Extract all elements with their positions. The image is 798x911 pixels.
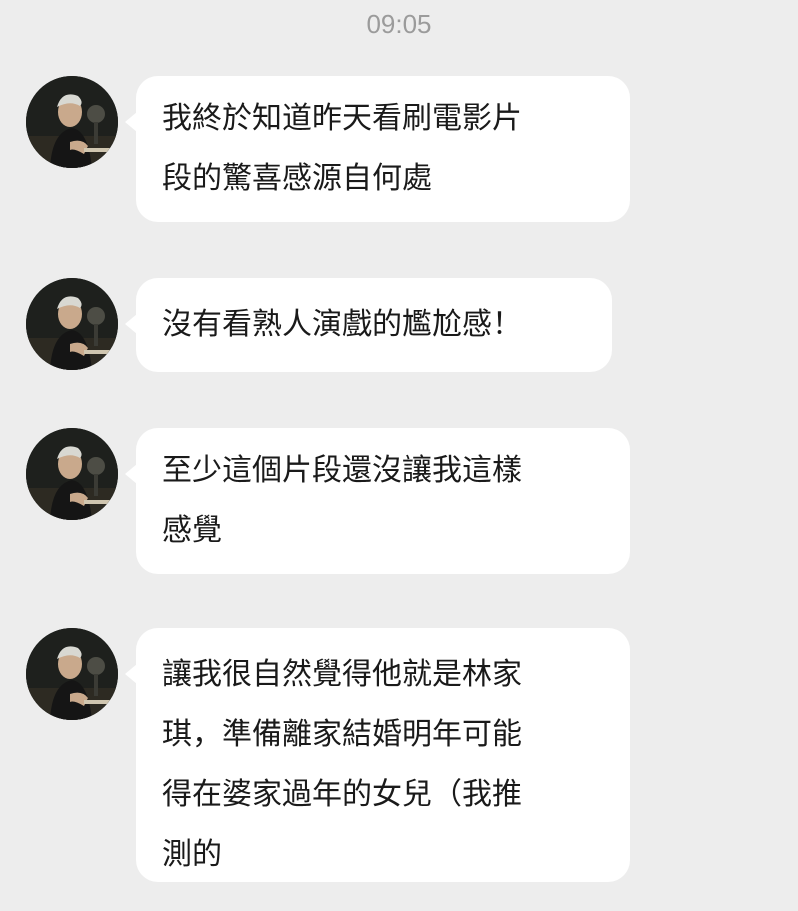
contact-avatar-icon	[26, 278, 118, 370]
message-bubble[interactable]: 我終於知道昨天看刷電影片 段的驚喜感源自何處	[125, 76, 630, 222]
contact-avatar-icon	[26, 628, 118, 720]
message-text: 至少這個片段還沒讓我這樣 感覺	[162, 453, 522, 548]
avatar[interactable]	[26, 428, 118, 520]
avatar[interactable]	[26, 76, 118, 168]
message-bubble[interactable]: 讓我很自然覺得他就是林家 琪，準備離家結婚明年可能 得在婆家過年的女兒（我推 測…	[125, 628, 630, 882]
message-bubble[interactable]: 沒有看熟人演戲的尷尬感！	[125, 278, 612, 372]
message-text: 讓我很自然覺得他就是林家 琪，準備離家結婚明年可能 得在婆家過年的女兒（我推 測…	[162, 657, 522, 872]
contact-avatar-icon	[26, 76, 118, 168]
message-text: 沒有看熟人演戲的尷尬感！	[162, 307, 522, 342]
contact-avatar-icon	[26, 428, 118, 520]
message-timestamp: 09:05	[366, 9, 432, 39]
avatar[interactable]	[26, 278, 118, 370]
message-text: 我終於知道昨天看刷電影片 段的驚喜感源自何處	[162, 101, 522, 196]
message-bubble[interactable]: 至少這個片段還沒讓我這樣 感覺	[125, 428, 630, 574]
avatar[interactable]	[26, 628, 118, 720]
